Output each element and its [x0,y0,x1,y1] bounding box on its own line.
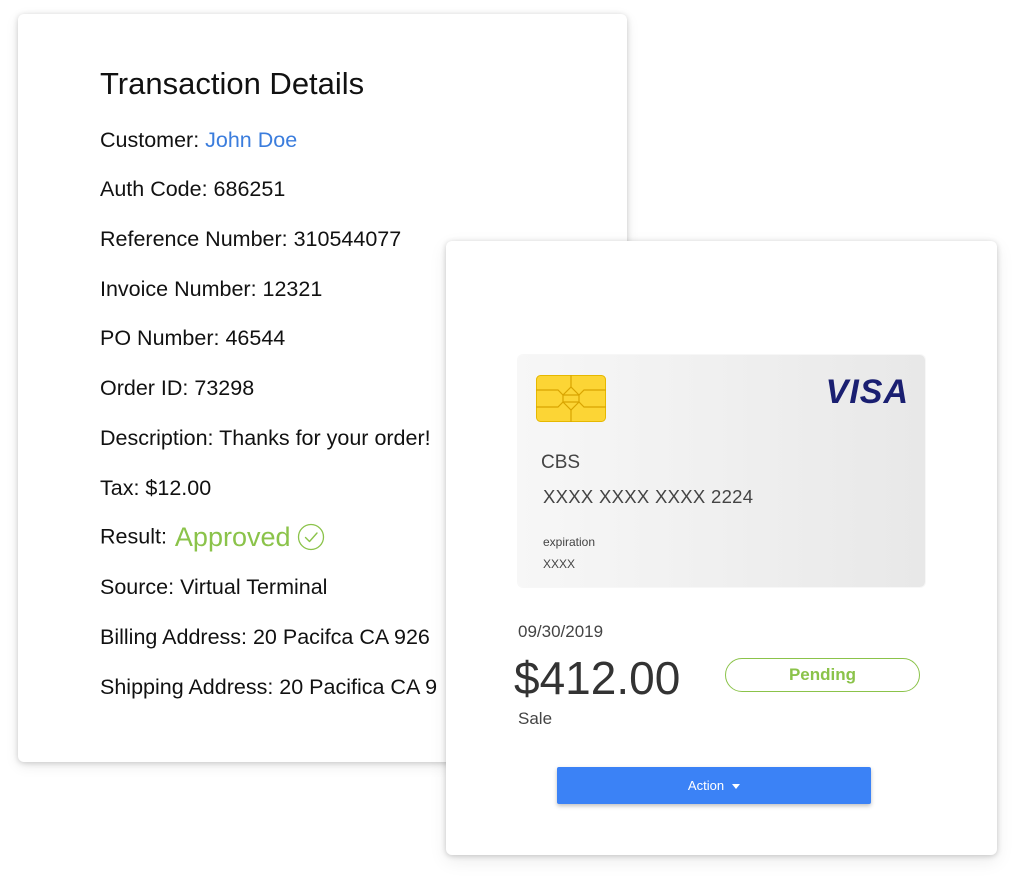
expiration-value: XXXX [543,557,576,571]
auth-code: Auth Code: 686251 [100,177,286,201]
customer-link[interactable]: John Doe [205,128,297,152]
order-id: Order ID: 73298 [100,376,255,400]
transaction-date: 09/30/2019 [518,622,604,641]
transaction-type: Sale [518,709,553,728]
billing-address: Billing Address: 20 Pacifca CA 926 [100,625,430,649]
check-circle-icon [297,523,325,551]
payment-card: VISA CBS XXXX XXXX XXXX 2224 expiration … [446,241,997,855]
action-label: Action [687,778,725,793]
action-button[interactable]: Action [557,767,871,804]
result-approved-text: Approved [174,521,291,552]
reference-number: Reference Number: 310544077 [100,227,402,251]
details-title: Transaction Details [100,66,365,101]
chip-icon [536,375,606,422]
credit-card: VISA CBS XXXX XXXX XXXX 2224 expiration … [518,355,925,587]
tax: Tax: $12.00 [100,476,212,500]
result-row: Result: Approved [100,523,325,551]
transaction-amount: $412.00 [514,652,681,704]
shipping-address: Shipping Address: 20 Pacifica CA 9 [100,675,438,699]
visa-logo: VISA [825,373,909,411]
description: Description: Thanks for your order! [100,426,431,450]
result-label: Result: [100,524,167,549]
card-number: XXXX XXXX XXXX 2224 [543,486,754,507]
expiration-label: expiration [543,535,596,549]
source: Source: Virtual Terminal [100,575,328,599]
customer-row: Customer: John Doe [100,128,297,152]
caret-down-icon [732,784,741,790]
customer-label: Customer: [100,128,206,152]
status-badge: Pending [725,658,920,692]
po-number: PO Number: 46544 [100,326,286,350]
invoice-number: Invoice Number: 12321 [100,277,323,301]
card-holder: CBS [541,452,581,473]
